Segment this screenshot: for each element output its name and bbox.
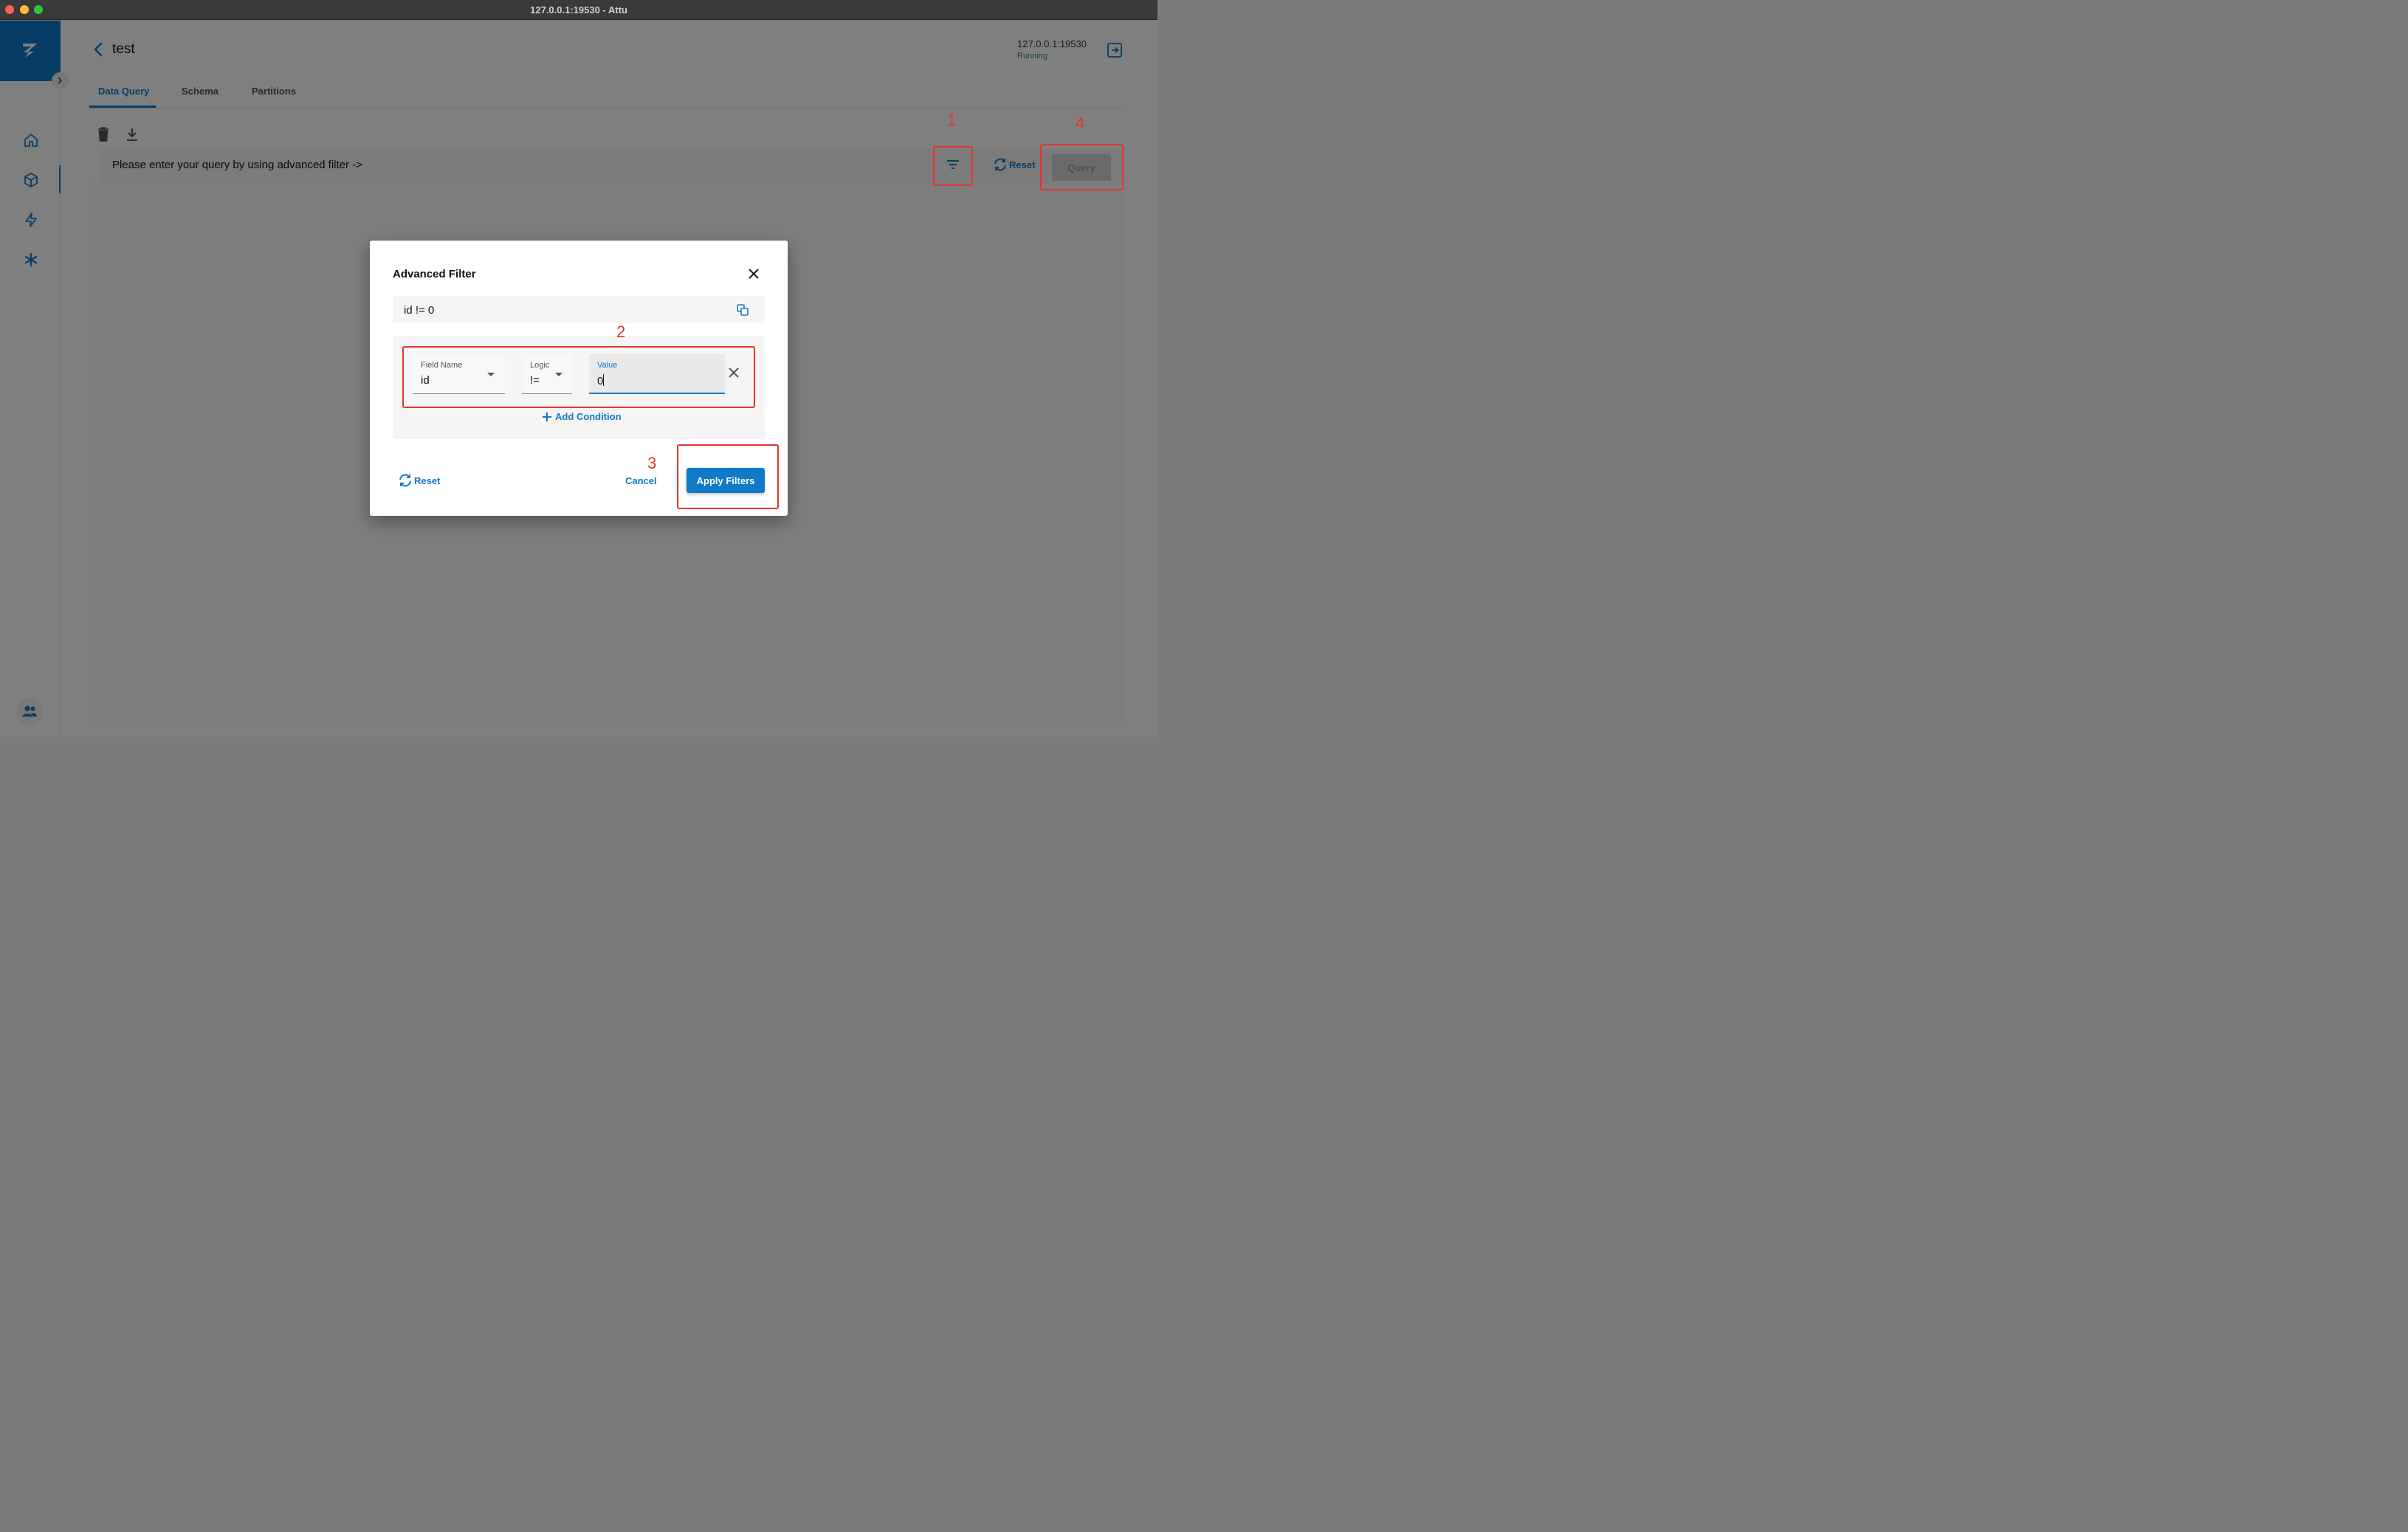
dialog-reset-label: Reset (414, 475, 441, 486)
close-icon (749, 269, 759, 279)
copy-icon (737, 304, 749, 316)
annotation-box-4 (1040, 144, 1124, 190)
cancel-button[interactable]: Cancel (625, 475, 657, 486)
annotation-box-1 (933, 146, 973, 186)
annotation-label-1: 1 (947, 111, 957, 129)
annotation-label-2: 2 (616, 322, 626, 341)
app-window: 127.0.0.1:19530 - Attu 1 4 Advanced Filt… (0, 0, 1157, 736)
window-title: 127.0.0.1:19530 - Attu (530, 4, 627, 15)
dialog-reset-button[interactable]: Reset (398, 474, 440, 487)
annotation-label-3: 3 (647, 454, 657, 472)
refresh-icon (399, 474, 411, 487)
copy-expression-button[interactable] (736, 303, 749, 320)
filter-expression-box: id != 0 (393, 296, 765, 323)
window-titlebar: 127.0.0.1:19530 - Attu (0, 0, 1157, 20)
add-condition-button[interactable]: Add Condition (542, 411, 622, 422)
annotation-box-2 (402, 346, 755, 408)
filter-expression: id != 0 (404, 304, 435, 317)
dialog-close-button[interactable] (747, 267, 760, 284)
annotation-box-3 (677, 444, 779, 509)
add-condition-label: Add Condition (555, 411, 622, 422)
dialog-title: Advanced Filter (393, 268, 476, 280)
plus-icon (543, 412, 551, 421)
annotation-label-4: 4 (1076, 114, 1085, 132)
